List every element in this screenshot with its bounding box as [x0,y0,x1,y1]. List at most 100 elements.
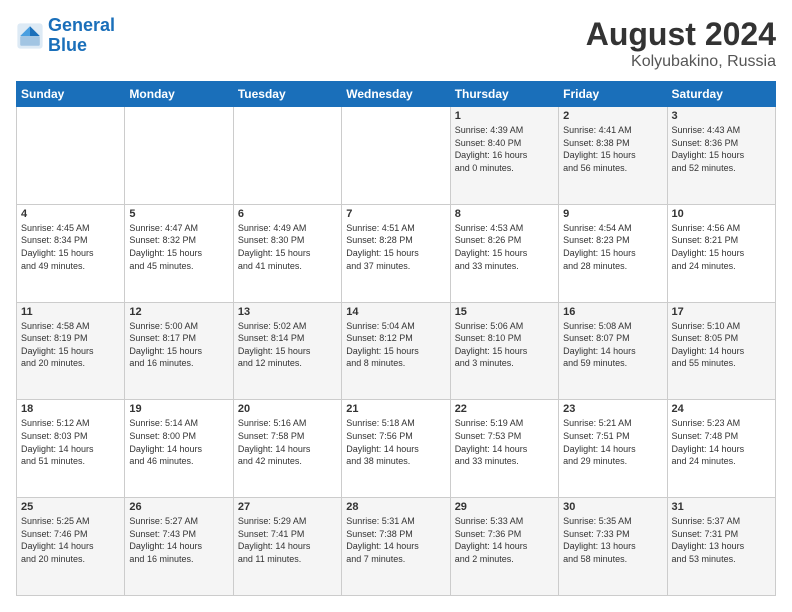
day-number: 24 [672,403,771,415]
day-number: 11 [21,306,120,318]
calendar-cell: 10 Sunrise: 4:56 AM Sunset: 8:21 PM Dayli… [667,204,775,302]
day-number: 22 [455,403,554,415]
day-number: 10 [672,208,771,220]
weekday-row: SundayMondayTuesdayWednesdayThursdayFrid… [17,82,776,107]
day-number: 1 [455,110,554,122]
logo-text: General Blue [48,16,115,56]
calendar-cell: 9 Sunrise: 4:54 AM Sunset: 8:23 PM Daylig… [559,204,667,302]
weekday-header: Monday [125,82,233,107]
day-info: Sunrise: 5:31 AM Sunset: 7:38 PM Dayligh… [346,515,445,565]
day-number: 9 [563,208,662,220]
day-info: Sunrise: 4:39 AM Sunset: 8:40 PM Dayligh… [455,124,554,174]
day-number: 12 [129,306,228,318]
day-info: Sunrise: 4:53 AM Sunset: 8:26 PM Dayligh… [455,222,554,272]
day-info: Sunrise: 4:49 AM Sunset: 8:30 PM Dayligh… [238,222,337,272]
calendar-cell: 22 Sunrise: 5:19 AM Sunset: 7:53 PM Dayli… [450,400,558,498]
day-number: 2 [563,110,662,122]
calendar-cell: 8 Sunrise: 4:53 AM Sunset: 8:26 PM Daylig… [450,204,558,302]
calendar-cell: 1 Sunrise: 4:39 AM Sunset: 8:40 PM Daylig… [450,107,558,205]
calendar-cell: 5 Sunrise: 4:47 AM Sunset: 8:32 PM Daylig… [125,204,233,302]
day-number: 5 [129,208,228,220]
title-block: August 2024 Kolyubakino, Russia [586,16,776,71]
day-number: 29 [455,501,554,513]
calendar-cell [233,107,341,205]
day-number: 4 [21,208,120,220]
calendar-cell: 15Sunrise: 5:06 AM Sunset: 8:10 PM Dayli… [450,302,558,400]
day-number: 30 [563,501,662,513]
calendar-week-row: 1 Sunrise: 4:39 AM Sunset: 8:40 PM Daylig… [17,107,776,205]
calendar-cell: 26 Sunrise: 5:27 AM Sunset: 7:43 PM Dayli… [125,498,233,596]
header: General Blue August 2024 Kolyubakino, Ru… [16,16,776,71]
day-number: 19 [129,403,228,415]
day-number: 3 [672,110,771,122]
calendar-cell: 18Sunrise: 5:12 AM Sunset: 8:03 PM Dayli… [17,400,125,498]
day-info: Sunrise: 5:33 AM Sunset: 7:36 PM Dayligh… [455,515,554,565]
logo-blue: Blue [48,35,87,55]
day-info: Sunrise: 4:43 AM Sunset: 8:36 PM Dayligh… [672,124,771,174]
calendar-week-row: 25 Sunrise: 5:25 AM Sunset: 7:46 PM Dayli… [17,498,776,596]
day-info: Sunrise: 5:35 AM Sunset: 7:33 PM Dayligh… [563,515,662,565]
day-info: Sunrise: 5:04 AM Sunset: 8:12 PM Dayligh… [346,320,445,370]
logo-general: General [48,15,115,35]
calendar-cell [342,107,450,205]
calendar-cell: 7 Sunrise: 4:51 AM Sunset: 8:28 PM Daylig… [342,204,450,302]
day-number: 26 [129,501,228,513]
weekday-header: Wednesday [342,82,450,107]
calendar-cell: 16Sunrise: 5:08 AM Sunset: 8:07 PM Dayli… [559,302,667,400]
calendar-cell: 14 Sunrise: 5:04 AM Sunset: 8:12 PM Dayli… [342,302,450,400]
day-info: Sunrise: 4:58 AM Sunset: 8:19 PM Dayligh… [21,320,120,370]
day-number: 25 [21,501,120,513]
logo-icon [16,22,44,50]
day-info: Sunrise: 5:16 AM Sunset: 7:58 PM Dayligh… [238,417,337,467]
calendar-cell: 12Sunrise: 5:00 AM Sunset: 8:17 PM Dayli… [125,302,233,400]
calendar-week-row: 11 Sunrise: 4:58 AM Sunset: 8:19 PM Dayli… [17,302,776,400]
weekday-header: Saturday [667,82,775,107]
calendar-header: SundayMondayTuesdayWednesdayThursdayFrid… [17,82,776,107]
calendar-cell: 30 Sunrise: 5:35 AM Sunset: 7:33 PM Dayli… [559,498,667,596]
calendar-cell: 28Sunrise: 5:31 AM Sunset: 7:38 PM Dayli… [342,498,450,596]
day-info: Sunrise: 5:25 AM Sunset: 7:46 PM Dayligh… [21,515,120,565]
day-info: Sunrise: 5:27 AM Sunset: 7:43 PM Dayligh… [129,515,228,565]
day-info: Sunrise: 4:51 AM Sunset: 8:28 PM Dayligh… [346,222,445,272]
calendar-cell: 23Sunrise: 5:21 AM Sunset: 7:51 PM Dayli… [559,400,667,498]
day-info: Sunrise: 5:23 AM Sunset: 7:48 PM Dayligh… [672,417,771,467]
calendar-cell: 3 Sunrise: 4:43 AM Sunset: 8:36 PM Daylig… [667,107,775,205]
page: General Blue August 2024 Kolyubakino, Ru… [0,0,792,612]
calendar-cell: 31 Sunrise: 5:37 AM Sunset: 7:31 PM Dayli… [667,498,775,596]
day-info: Sunrise: 4:54 AM Sunset: 8:23 PM Dayligh… [563,222,662,272]
day-info: Sunrise: 4:45 AM Sunset: 8:34 PM Dayligh… [21,222,120,272]
day-number: 23 [563,403,662,415]
calendar-cell: 17Sunrise: 5:10 AM Sunset: 8:05 PM Dayli… [667,302,775,400]
calendar-cell: 4 Sunrise: 4:45 AM Sunset: 8:34 PM Daylig… [17,204,125,302]
calendar-cell: 11 Sunrise: 4:58 AM Sunset: 8:19 PM Dayli… [17,302,125,400]
day-number: 27 [238,501,337,513]
calendar-cell: 21Sunrise: 5:18 AM Sunset: 7:56 PM Dayli… [342,400,450,498]
calendar-cell: 24 Sunrise: 5:23 AM Sunset: 7:48 PM Dayli… [667,400,775,498]
calendar-body: 1 Sunrise: 4:39 AM Sunset: 8:40 PM Daylig… [17,107,776,596]
weekday-header: Sunday [17,82,125,107]
weekday-header: Thursday [450,82,558,107]
calendar-table: SundayMondayTuesdayWednesdayThursdayFrid… [16,81,776,596]
day-number: 17 [672,306,771,318]
calendar-cell: 2 Sunrise: 4:41 AM Sunset: 8:38 PM Daylig… [559,107,667,205]
calendar-week-row: 4 Sunrise: 4:45 AM Sunset: 8:34 PM Daylig… [17,204,776,302]
day-number: 7 [346,208,445,220]
day-number: 20 [238,403,337,415]
calendar-cell: 25 Sunrise: 5:25 AM Sunset: 7:46 PM Dayli… [17,498,125,596]
day-number: 18 [21,403,120,415]
day-number: 15 [455,306,554,318]
day-number: 14 [346,306,445,318]
subtitle: Kolyubakino, Russia [586,53,776,71]
day-info: Sunrise: 5:14 AM Sunset: 8:00 PM Dayligh… [129,417,228,467]
day-number: 31 [672,501,771,513]
day-number: 13 [238,306,337,318]
day-info: Sunrise: 4:56 AM Sunset: 8:21 PM Dayligh… [672,222,771,272]
day-info: Sunrise: 5:37 AM Sunset: 7:31 PM Dayligh… [672,515,771,565]
day-info: Sunrise: 5:29 AM Sunset: 7:41 PM Dayligh… [238,515,337,565]
day-info: Sunrise: 4:41 AM Sunset: 8:38 PM Dayligh… [563,124,662,174]
day-info: Sunrise: 4:47 AM Sunset: 8:32 PM Dayligh… [129,222,228,272]
weekday-header: Tuesday [233,82,341,107]
day-number: 8 [455,208,554,220]
day-number: 16 [563,306,662,318]
day-info: Sunrise: 5:19 AM Sunset: 7:53 PM Dayligh… [455,417,554,467]
